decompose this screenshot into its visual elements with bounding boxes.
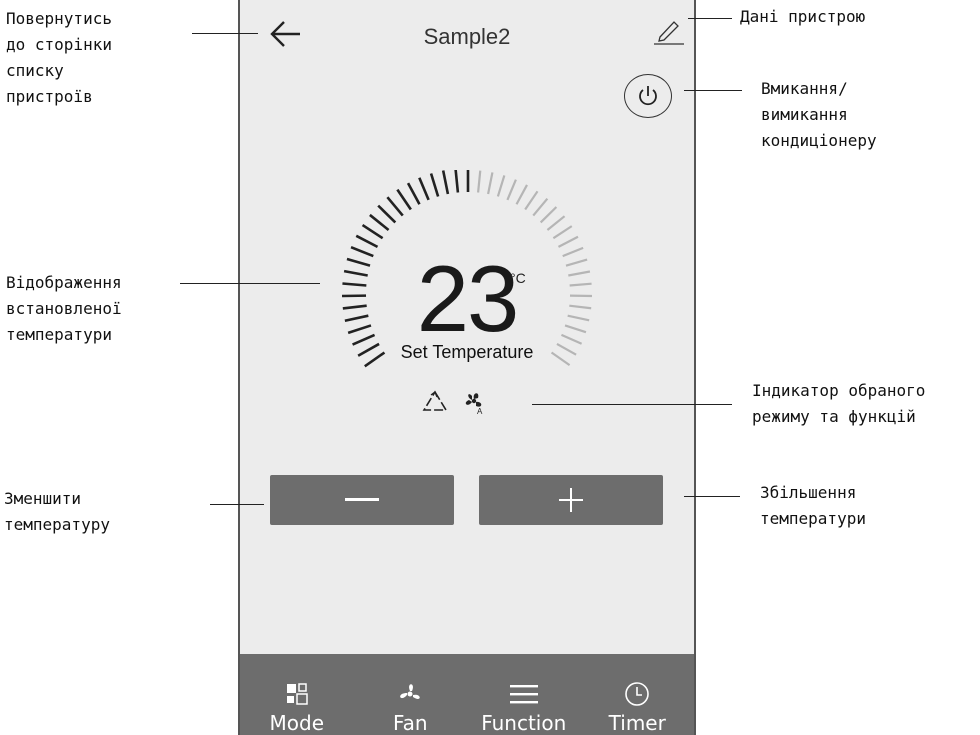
- decrease-temperature-button[interactable]: [270, 475, 454, 525]
- dial-tick: [524, 190, 539, 211]
- annotation-back: Повернутись до сторінки списку пристроїв: [6, 9, 112, 106]
- dial-tick: [515, 184, 528, 205]
- plus-icon: [559, 488, 583, 512]
- dial-tick: [454, 170, 460, 193]
- dial-tick: [546, 215, 566, 231]
- clock-icon: [621, 679, 653, 709]
- dial-tick: [477, 170, 482, 193]
- nav-function[interactable]: Function: [467, 654, 581, 735]
- dial-tick: [506, 179, 517, 201]
- power-button[interactable]: [624, 74, 672, 118]
- annotation-temp-display: Відображення встановленої температури: [6, 273, 122, 344]
- device-title: Sample2: [423, 24, 511, 49]
- callout-line-mode-indicator: [532, 404, 732, 405]
- temperature-unit: °C: [510, 270, 526, 286]
- callout-line-temp-display: [180, 283, 320, 284]
- dial-tick: [429, 173, 440, 197]
- nav-mode[interactable]: Mode: [240, 654, 354, 735]
- recycle-icon: [422, 390, 448, 411]
- callout-line-back: [192, 33, 258, 34]
- temperature-caption: Set Temperature: [400, 342, 534, 362]
- temperature-value: 23: [416, 246, 520, 351]
- dial-tick: [487, 172, 494, 195]
- callout-line-device-info: [688, 18, 732, 19]
- edit-device-button[interactable]: [650, 16, 686, 46]
- dial-tick: [386, 196, 404, 217]
- phone-screen: Sample2 23 °C Set Temperature A Mode Fan…: [238, 0, 696, 735]
- bottom-nav: Mode Fan Function Timer: [240, 654, 694, 735]
- dial-tick: [552, 225, 573, 240]
- nav-mode-label: Mode: [269, 711, 325, 735]
- minus-icon: [345, 498, 379, 501]
- dial-tick: [406, 182, 421, 205]
- dial-tick: [396, 188, 412, 211]
- power-icon: [639, 86, 657, 106]
- dial-tick: [355, 234, 379, 249]
- nav-fan-label: Fan: [392, 711, 428, 735]
- dial-tick: [369, 213, 390, 232]
- dial-tick: [361, 223, 384, 240]
- menu-icon: [508, 679, 540, 709]
- annotation-mode-indicator: Індикатор обраного режиму та функцій: [752, 381, 926, 426]
- annotation-increase: Збільшення температури: [760, 483, 866, 528]
- dial-tick: [532, 197, 549, 217]
- annotation-decrease: Зменшити температуру: [4, 489, 110, 534]
- nav-timer-label: Timer: [608, 711, 666, 735]
- increase-temperature-button[interactable]: [479, 475, 663, 525]
- pencil-icon: [654, 21, 684, 45]
- dial-tick: [418, 177, 430, 201]
- dial-tick: [441, 170, 450, 195]
- callout-line-decrease: [210, 504, 264, 505]
- dial-tick: [557, 235, 579, 248]
- nav-timer[interactable]: Timer: [581, 654, 695, 735]
- dial-tick: [377, 204, 397, 224]
- annotation-power: Вмикання/ вимикання кондиціонеру: [761, 79, 877, 150]
- svg-text:A: A: [477, 407, 483, 415]
- dial-tick: [496, 175, 506, 197]
- callout-line-increase: [684, 496, 740, 497]
- temperature-display: 23: [240, 252, 694, 346]
- dial-tick: [539, 206, 558, 224]
- annotation-device-info: Дані пристрою: [740, 7, 866, 26]
- nav-function-label: Function: [481, 711, 567, 735]
- mode-icon: [281, 679, 313, 709]
- nav-fan[interactable]: Fan: [354, 654, 468, 735]
- top-bar: Sample2: [240, 0, 694, 70]
- mode-indicators: A: [420, 386, 510, 418]
- fan-icon: [394, 679, 426, 709]
- callout-line-power: [684, 90, 742, 91]
- fan-auto-icon: A: [465, 393, 483, 415]
